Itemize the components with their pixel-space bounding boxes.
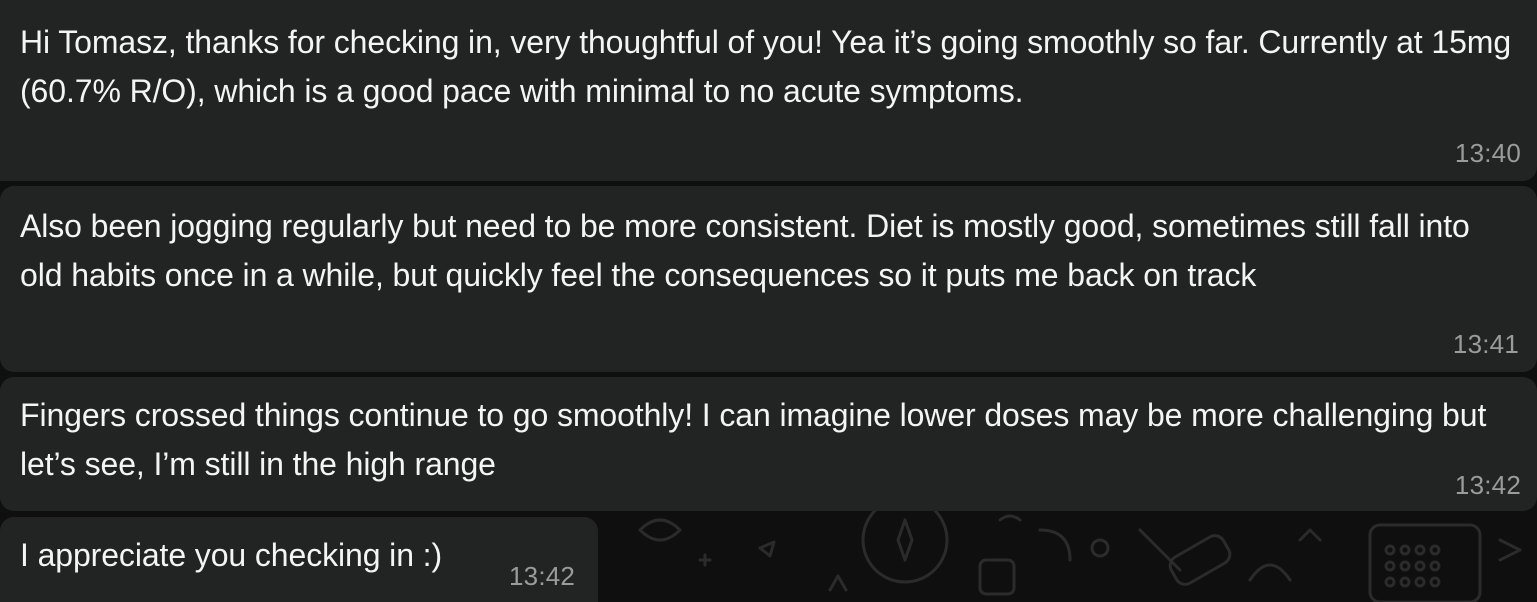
message-text: Fingers crossed things continue to go sm… [20,397,1496,482]
message-text: Also been jogging regularly but need to … [20,208,1479,293]
message-bubble[interactable]: Hi Tomasz, thanks for checking in, very … [0,0,1537,181]
message-bubble[interactable]: Also been jogging regularly but need to … [0,186,1537,372]
calculator-doodle [1384,544,1441,588]
message-timestamp: 13:40 [1454,138,1521,168]
message-timestamp: 13:42 [509,561,576,591]
message-bubble[interactable]: I appreciate you checking in :) 13:42 [0,517,598,602]
chat-area: Hi Tomasz, thanks for checking in, very … [0,0,1537,602]
message-bubble[interactable]: Fingers crossed things continue to go sm… [0,377,1537,511]
message-text: I appreciate you checking in :) [20,537,443,573]
message-text: Hi Tomasz, thanks for checking in, very … [20,24,1520,109]
message-timestamp: 13:42 [1454,470,1521,500]
message-timestamp: 13:41 [1452,329,1519,359]
